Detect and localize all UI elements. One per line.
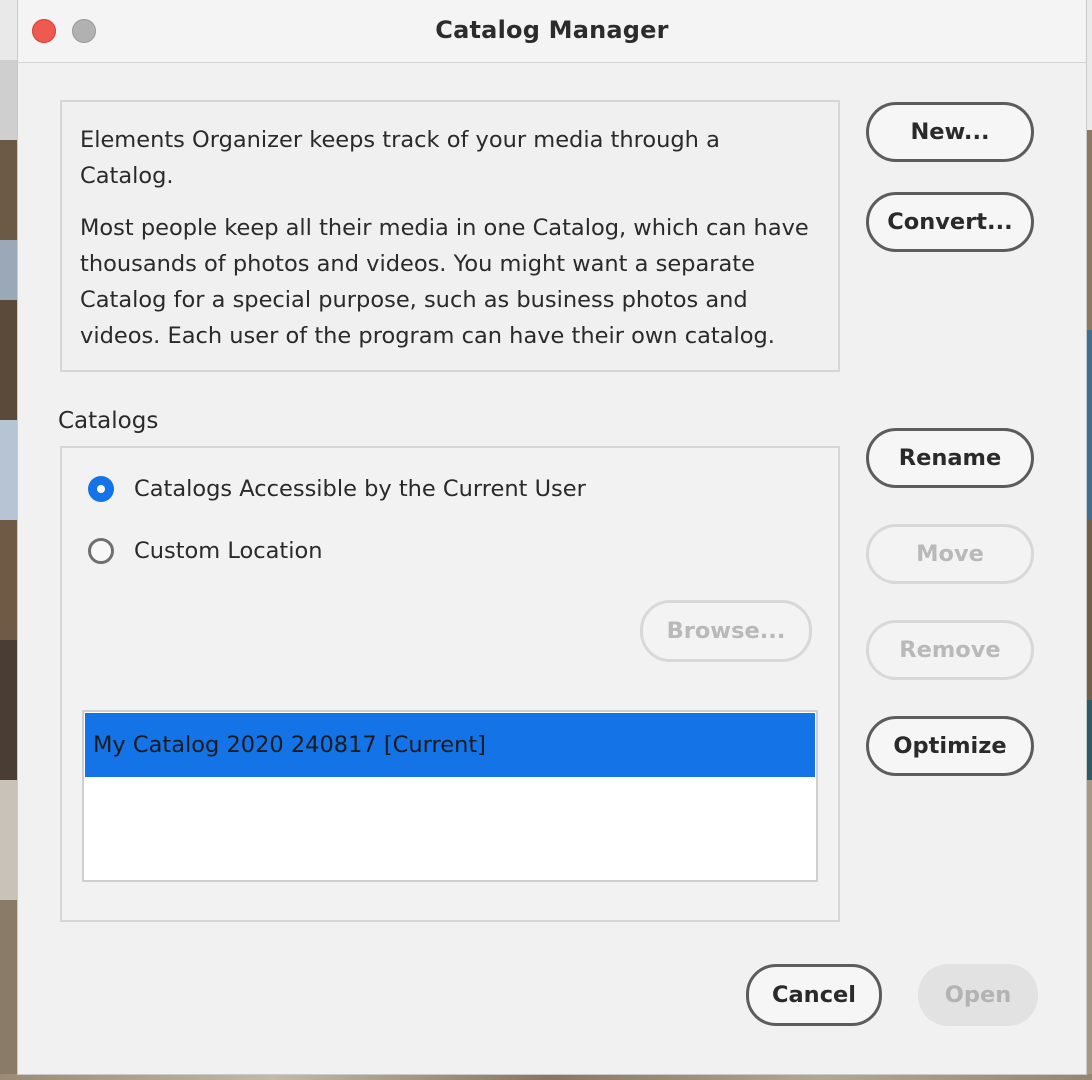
remove-button[interactable]: Remove	[866, 620, 1034, 680]
info-paragraph-2: Most people keep all their media in one …	[80, 215, 809, 349]
info-paragraph-1: Elements Organizer keeps track of your m…	[80, 127, 720, 189]
radio-option-current-user[interactable]: Catalogs Accessible by the Current User	[88, 476, 586, 502]
background-photos-right	[1086, 0, 1092, 1080]
move-button[interactable]: Move	[866, 524, 1034, 584]
convert-button[interactable]: Convert...	[866, 192, 1034, 252]
catalog-list[interactable]: My Catalog 2020 240817 [Current]	[82, 710, 818, 882]
optimize-button[interactable]: Optimize	[866, 716, 1034, 776]
new-button[interactable]: New...	[866, 102, 1034, 162]
catalogs-panel: Catalogs Accessible by the Current User …	[60, 446, 840, 922]
background-photos-left	[0, 0, 18, 1080]
catalog-manager-dialog: Catalog Manager Elements Organizer keeps…	[18, 0, 1086, 1074]
radio-label-custom-location: Custom Location	[134, 538, 323, 564]
catalog-info-box: Elements Organizer keeps track of your m…	[60, 100, 840, 372]
cancel-button[interactable]: Cancel	[746, 964, 882, 1026]
catalogs-section-label: Catalogs	[58, 408, 159, 434]
open-button[interactable]: Open	[918, 964, 1038, 1026]
radio-unselected-icon[interactable]	[88, 538, 114, 564]
background-photos-bottom	[0, 1074, 1092, 1080]
radio-option-custom-location[interactable]: Custom Location	[88, 538, 323, 564]
rename-button[interactable]: Rename	[866, 428, 1034, 488]
radio-label-current-user: Catalogs Accessible by the Current User	[134, 476, 586, 502]
window-title: Catalog Manager	[435, 16, 669, 44]
radio-selected-icon[interactable]	[88, 476, 114, 502]
browse-button[interactable]: Browse...	[640, 600, 812, 662]
catalog-list-item[interactable]: My Catalog 2020 240817 [Current]	[85, 713, 815, 777]
title-bar: Catalog Manager	[18, 0, 1086, 63]
